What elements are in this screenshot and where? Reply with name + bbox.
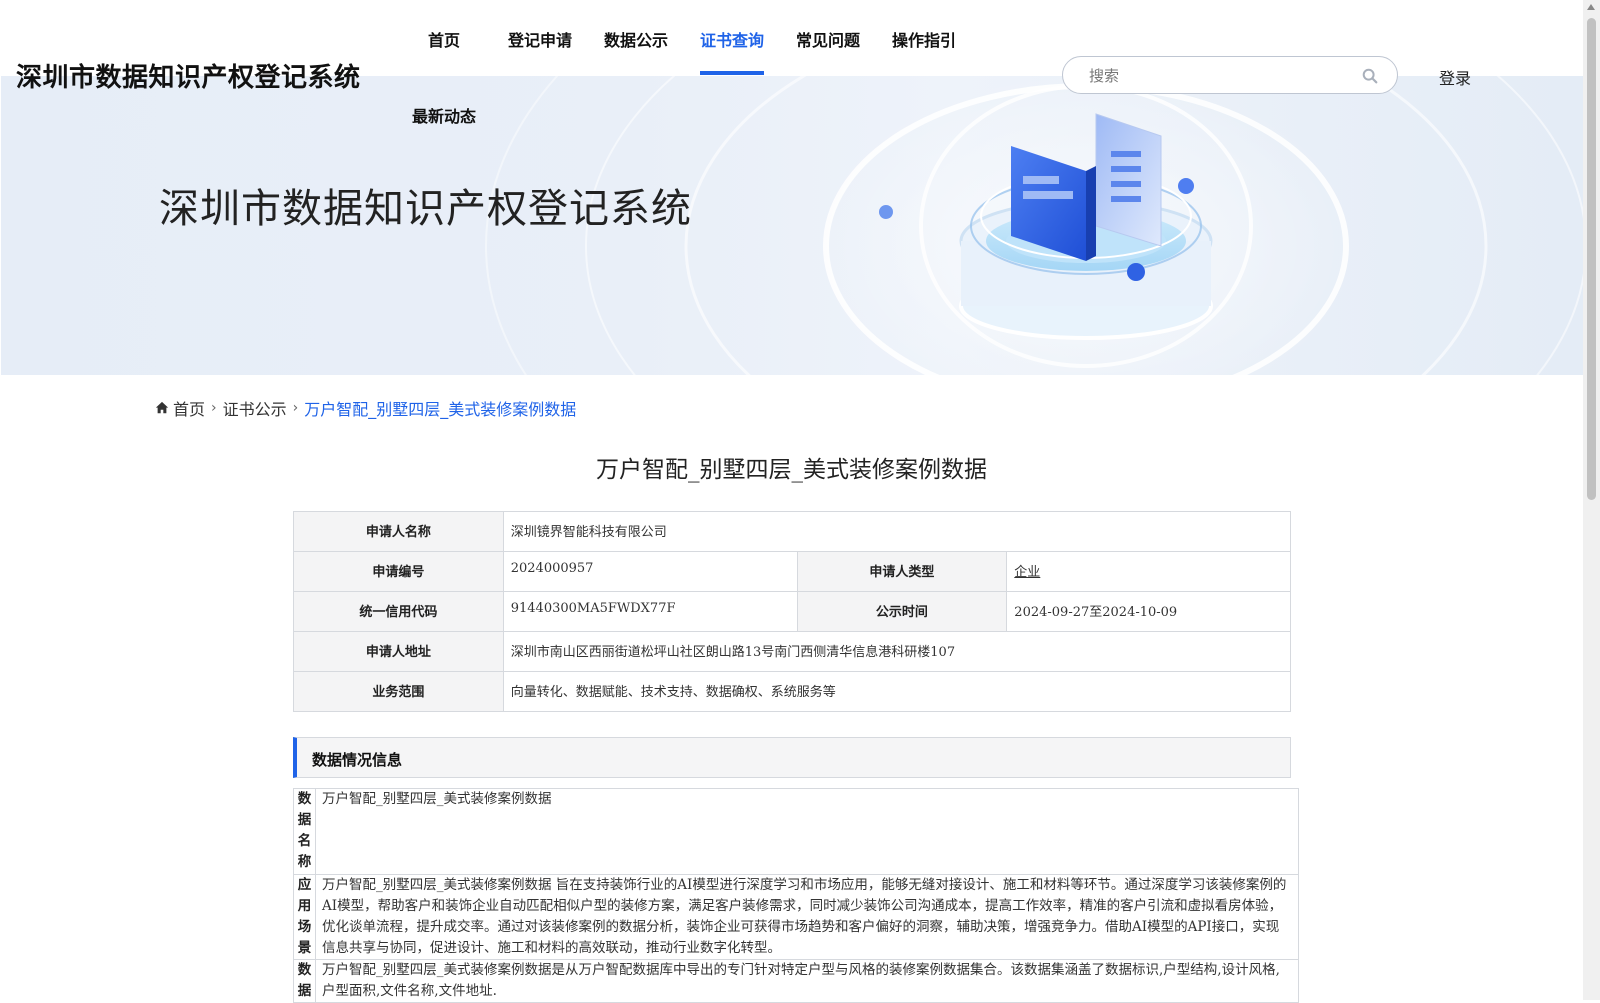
home-icon[interactable] bbox=[155, 401, 169, 415]
table-row: 应用场景 万户智配_别墅四层_美式装修案例数据 旨在支持装饰行业的AI模型进行深… bbox=[293, 874, 1299, 960]
applicant-address-value: 深圳市南山区西丽街道松坪山社区朗山路13号南门西侧清华信息港科研楼107 bbox=[502, 631, 1292, 672]
data-info-section-heading: 数据情况信息 bbox=[293, 737, 1291, 778]
nav-certificate-query[interactable]: 证书查询 bbox=[700, 27, 764, 51]
chevron-right-icon: › bbox=[292, 400, 299, 416]
table-row: 申请人名称 深圳镜界智能科技有限公司 bbox=[293, 511, 1292, 552]
nav-data-publicity[interactable]: 数据公示 bbox=[604, 27, 668, 51]
nav-register-apply[interactable]: 登记申请 bbox=[508, 27, 572, 51]
table-row: 数据名称 万户智配_别墅四层_美式装修案例数据 bbox=[293, 788, 1299, 875]
application-number-label: 申请编号 bbox=[293, 551, 504, 592]
publish-time-value: 2024-09-27至2024-10-09 bbox=[1006, 591, 1291, 632]
breadcrumb-home[interactable]: 首页 bbox=[173, 400, 205, 419]
search-input[interactable] bbox=[1087, 64, 1351, 88]
publish-time-label: 公示时间 bbox=[796, 591, 1008, 632]
data-info-table: 数据名称 万户智配_别墅四层_美式装修案例数据 应用场景 万户智配_别墅四层_美… bbox=[293, 788, 1299, 1003]
table-row: 申请编号 2024000957 申请人类型 企业 bbox=[293, 551, 1291, 592]
data-name-value: 万户智配_别墅四层_美式装修案例数据 bbox=[315, 788, 1299, 875]
credit-code-label: 统一信用代码 bbox=[293, 591, 504, 632]
table-row: 统一信用代码 91440300MA5FWDX77F 公示时间 2024-09-2… bbox=[293, 591, 1291, 632]
page-scrollbar[interactable] bbox=[1583, 0, 1600, 1000]
application-scenario-label: 应用场景 bbox=[297, 877, 312, 956]
login-link[interactable]: 登录 bbox=[1439, 65, 1471, 89]
search-box[interactable] bbox=[1062, 56, 1398, 94]
applicant-address-label: 申请人地址 bbox=[293, 631, 504, 672]
scroll-up-arrow-icon[interactable] bbox=[1587, 4, 1595, 10]
breadcrumb-section[interactable]: 证书公示 bbox=[223, 400, 287, 419]
data-name-label-cell: 数据名称 bbox=[293, 788, 316, 875]
breadcrumb: 首页 › 证书公示 › 万户智配_别墅四层_美式装修案例数据 bbox=[155, 396, 576, 420]
nav-active-underline bbox=[700, 71, 764, 75]
applicant-info-table: 申请人名称 深圳镜界智能科技有限公司 申请编号 2024000957 申请人类型… bbox=[293, 511, 1292, 712]
page-title: 万户智配_别墅四层_美式装修案例数据 bbox=[596, 457, 987, 483]
nav-operation-guide[interactable]: 操作指引 bbox=[892, 27, 956, 51]
data-description-label: 数据 bbox=[297, 962, 312, 999]
applicant-name-label: 申请人名称 bbox=[293, 511, 504, 552]
applicant-name-value: 深圳镜界智能科技有限公司 bbox=[502, 511, 1292, 552]
table-row: 申请人地址 深圳市南山区西丽街道松坪山社区朗山路13号南门西侧清华信息港科研楼1… bbox=[293, 631, 1292, 672]
application-scenario-value: 万户智配_别墅四层_美式装修案例数据 旨在支持装饰行业的AI模型进行深度学习和市… bbox=[315, 874, 1299, 960]
table-row: 数据 万户智配_别墅四层_美式装修案例数据是从万户智配数据库中导出的专门针对特定… bbox=[293, 959, 1299, 1003]
scrollbar-thumb[interactable] bbox=[1587, 18, 1596, 500]
data-name-label: 数据名称 bbox=[297, 791, 312, 870]
applicant-type-cell: 企业 bbox=[1006, 551, 1291, 592]
applicant-type-value: 企业 bbox=[1014, 565, 1041, 580]
breadcrumb-current[interactable]: 万户智配_别墅四层_美式装修案例数据 bbox=[304, 400, 576, 419]
site-brand[interactable]: 深圳市数据知识产权登记系统 bbox=[16, 57, 361, 94]
data-description-value: 万户智配_别墅四层_美式装修案例数据是从万户智配数据库中导出的专门针对特定户型与… bbox=[315, 959, 1299, 1003]
banner-title: 深圳市数据知识产权登记系统 bbox=[159, 186, 692, 232]
credit-code-value: 91440300MA5FWDX77F bbox=[502, 591, 798, 632]
search-icon[interactable] bbox=[1361, 67, 1379, 85]
data-description-label-cell: 数据 bbox=[293, 959, 316, 1003]
chevron-right-icon: › bbox=[211, 400, 217, 416]
table-row: 业务范围 向量转化、数据赋能、技术支持、数据确权、系统服务等 bbox=[293, 671, 1292, 712]
top-header: 深圳市数据知识产权登记系统 首页 登记申请 数据公示 证书查询 常见问题 操作指… bbox=[0, 0, 1583, 130]
nav-latest-news[interactable]: 最新动态 bbox=[412, 103, 476, 127]
section-heading-text: 数据情况信息 bbox=[312, 751, 403, 769]
application-number-value: 2024000957 bbox=[502, 551, 798, 592]
applicant-type-label: 申请人类型 bbox=[796, 551, 1008, 592]
application-scenario-label-cell: 应用场景 bbox=[293, 874, 316, 960]
nav-home[interactable]: 首页 bbox=[428, 27, 460, 51]
business-scope-label: 业务范围 bbox=[293, 671, 504, 712]
business-scope-value: 向量转化、数据赋能、技术支持、数据确权、系统服务等 bbox=[502, 671, 1292, 712]
nav-faq[interactable]: 常见问题 bbox=[796, 27, 860, 51]
